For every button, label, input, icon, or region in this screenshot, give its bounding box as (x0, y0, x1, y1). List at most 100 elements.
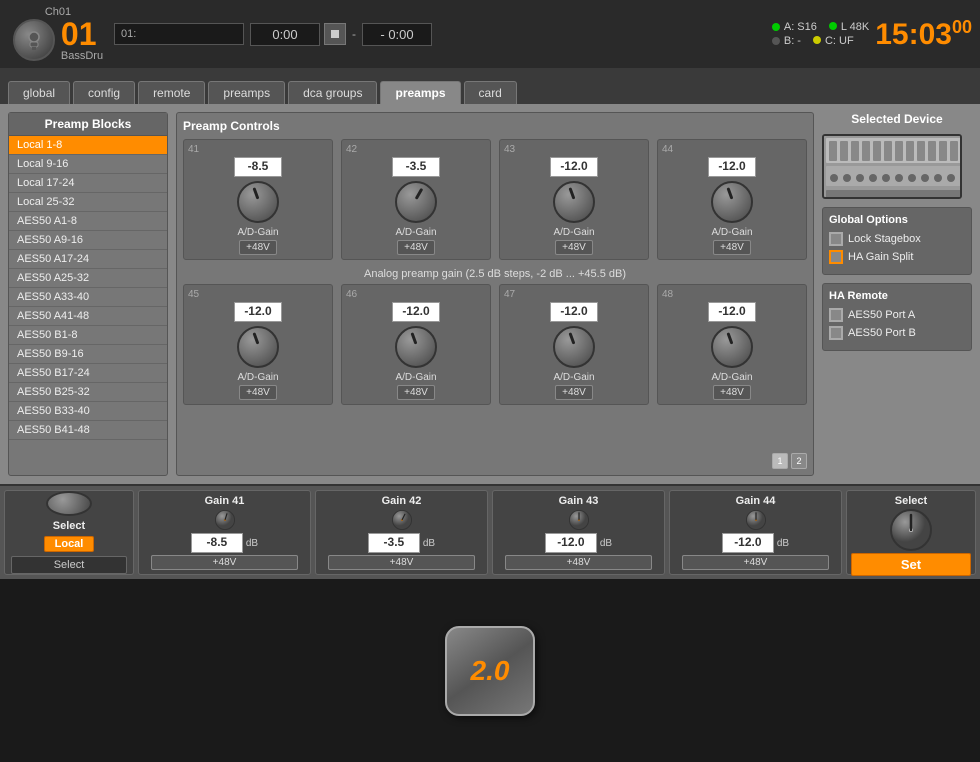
ha-port-a-label: AES50 Port A (848, 309, 915, 321)
bottom-select-left-btn[interactable]: Select (11, 556, 126, 574)
phantom-btn-41[interactable]: +48V (239, 240, 277, 255)
main-content: Preamp Blocks Local 1-8 Local 9-16 Local… (0, 104, 980, 484)
clock-display: 15:0300 (875, 17, 972, 52)
block-item-local-25-32[interactable]: Local 25-32 (9, 193, 167, 212)
gain-44-phantom-btn[interactable]: +48V (682, 555, 829, 570)
version-text: 2.0 (471, 655, 510, 687)
gain-42-knob[interactable] (379, 509, 425, 531)
bottom-gain-42: Gain 42 -3.5 dB +48V (315, 490, 488, 575)
gain-value-46[interactable]: -12.0 (392, 302, 440, 322)
gain-42-phantom-btn[interactable]: +48V (328, 555, 475, 570)
block-item-aes50-b41-48[interactable]: AES50 B41-48 (9, 421, 167, 440)
ch-num-43: 43 (504, 144, 515, 155)
block-item-aes50-b9-16[interactable]: AES50 B9-16 (9, 345, 167, 364)
gain-label-47: A/D-Gain (553, 372, 594, 383)
gain-value-43[interactable]: -12.0 (550, 157, 598, 177)
gain-knob-45[interactable] (237, 326, 279, 368)
channel-number: 01 (61, 18, 103, 50)
ha-gain-split-checkbox[interactable] (829, 250, 843, 264)
block-item-local-17-24[interactable]: Local 17-24 (9, 174, 167, 193)
page-2[interactable]: 2 (791, 453, 807, 469)
gain-43-knob[interactable] (556, 509, 602, 531)
gain-41-value-row: -8.5 dB (191, 533, 258, 553)
phantom-btn-47[interactable]: +48V (555, 385, 593, 400)
phantom-btn-44[interactable]: +48V (713, 240, 751, 255)
transport-time1: 0:00 (250, 23, 320, 46)
gain-value-45[interactable]: -12.0 (234, 302, 282, 322)
phantom-btn-48[interactable]: +48V (713, 385, 751, 400)
ha-gain-split-label: HA Gain Split (848, 251, 913, 263)
gain-44-value[interactable]: -12.0 (722, 533, 774, 553)
block-item-aes50-a41-48[interactable]: AES50 A41-48 (9, 307, 167, 326)
gain-ch-42: 42 -3.5 A/D-Gain +48V (341, 139, 491, 260)
lock-stagebox-row: Lock Stagebox (829, 232, 965, 246)
gain-knob-42[interactable] (395, 181, 437, 223)
track-input[interactable] (114, 23, 244, 45)
block-item-aes50-a1-8[interactable]: AES50 A1-8 (9, 212, 167, 231)
phantom-btn-46[interactable]: +48V (397, 385, 435, 400)
gain-42-label: Gain 42 (382, 495, 422, 507)
gain-41-knob[interactable] (202, 509, 248, 531)
gain-knob-43[interactable] (553, 181, 595, 223)
tab-global[interactable]: global (8, 81, 70, 104)
block-item-aes50-a9-16[interactable]: AES50 A9-16 (9, 231, 167, 250)
gain-row-1: 41 -8.5 A/D-Gain +48V 42 -3.5 A/D-Gain +… (183, 139, 807, 260)
transport-area: 0:00 - - 0:00 (250, 23, 766, 46)
selected-device-panel: Selected Device (822, 112, 972, 476)
tab-card[interactable]: card (464, 81, 517, 104)
gain-41-phantom-btn[interactable]: +48V (151, 555, 298, 570)
ha-remote-title: HA Remote (829, 290, 965, 302)
gain-label-42: A/D-Gain (395, 227, 436, 238)
bottom-select-left-value[interactable]: Local (44, 536, 95, 552)
gain-value-48[interactable]: -12.0 (708, 302, 756, 322)
tab-remote[interactable]: remote (138, 81, 205, 104)
gain-value-47[interactable]: -12.0 (550, 302, 598, 322)
status-l: L 48K (841, 21, 869, 33)
gain-41-value[interactable]: -8.5 (191, 533, 243, 553)
phantom-btn-42[interactable]: +48V (397, 240, 435, 255)
tab-preamps1[interactable]: preamps (208, 81, 285, 104)
gain-44-knob[interactable] (733, 509, 779, 531)
gain-knob-47[interactable] (553, 326, 595, 368)
preamp-controls-title: Preamp Controls (183, 119, 807, 133)
block-item-aes50-a25-32[interactable]: AES50 A25-32 (9, 269, 167, 288)
tab-dca-groups[interactable]: dca groups (288, 81, 377, 104)
set-knob[interactable] (888, 507, 934, 553)
version-area: 2.0 (0, 579, 980, 762)
page-1[interactable]: 1 (772, 453, 788, 469)
gain-value-42[interactable]: -3.5 (392, 157, 440, 177)
block-item-aes50-b1-8[interactable]: AES50 B1-8 (9, 326, 167, 345)
gain-42-value[interactable]: -3.5 (368, 533, 420, 553)
tab-config[interactable]: config (73, 81, 135, 104)
block-item-aes50-b33-40[interactable]: AES50 B33-40 (9, 402, 167, 421)
gain-value-41[interactable]: -8.5 (234, 157, 282, 177)
gain-knob-48[interactable] (711, 326, 753, 368)
gain-ch-41: 41 -8.5 A/D-Gain +48V (183, 139, 333, 260)
block-item-aes50-b25-32[interactable]: AES50 B25-32 (9, 383, 167, 402)
gain-43-phantom-btn[interactable]: +48V (505, 555, 652, 570)
block-item-local-9-16[interactable]: Local 9-16 (9, 155, 167, 174)
gain-44-value-row: -12.0 dB (722, 533, 789, 553)
lock-stagebox-checkbox[interactable] (829, 232, 843, 246)
block-item-local-1-8[interactable]: Local 1-8 (9, 136, 167, 155)
block-item-aes50-b17-24[interactable]: AES50 B17-24 (9, 364, 167, 383)
phantom-btn-45[interactable]: +48V (239, 385, 277, 400)
block-item-aes50-a33-40[interactable]: AES50 A33-40 (9, 288, 167, 307)
set-button[interactable]: Set (851, 553, 971, 576)
gain-knob-46[interactable] (395, 326, 437, 368)
gain-knob-44[interactable] (711, 181, 753, 223)
ha-port-a-checkbox[interactable] (829, 308, 843, 322)
gain-41-label: Gain 41 (205, 495, 245, 507)
block-item-aes50-a17-24[interactable]: AES50 A17-24 (9, 250, 167, 269)
set-knob-area (888, 507, 934, 553)
bottom-knob-left[interactable] (46, 491, 92, 516)
tab-preamps2[interactable]: preamps (380, 81, 460, 104)
ha-remote-panel: HA Remote AES50 Port A AES50 Port B (822, 283, 972, 351)
stop-button[interactable] (324, 23, 346, 45)
gain-label-41: A/D-Gain (237, 227, 278, 238)
gain-value-44[interactable]: -12.0 (708, 157, 756, 177)
gain-43-value[interactable]: -12.0 (545, 533, 597, 553)
gain-knob-41[interactable] (237, 181, 279, 223)
phantom-btn-43[interactable]: +48V (555, 240, 593, 255)
ha-port-b-checkbox[interactable] (829, 326, 843, 340)
